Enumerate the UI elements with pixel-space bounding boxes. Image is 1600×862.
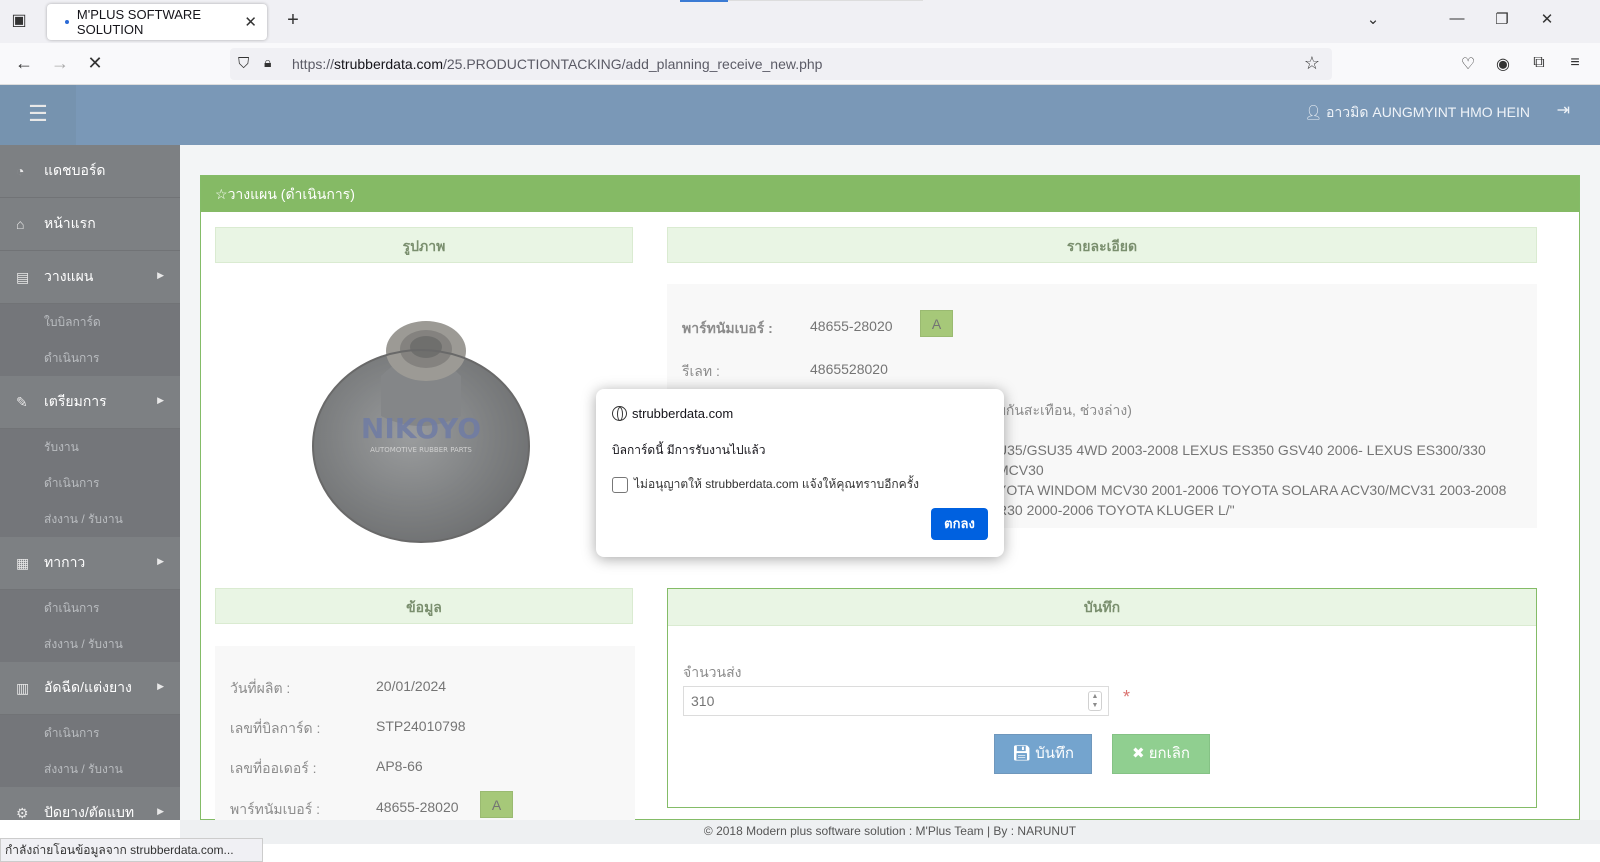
checkbox-label[interactable]: ไม่อนุญาตให้ strubberdata.com แจ้งให้คุณ… xyxy=(634,475,919,494)
shield-icon[interactable]: ⛉ xyxy=(238,55,249,72)
tab-close-icon[interactable]: ✕ xyxy=(244,13,257,31)
url-text[interactable]: https://strubberdata.com/25.PRODUCTIONTA… xyxy=(292,56,822,72)
tab-title: M'PLUS SOFTWARE SOLUTION xyxy=(76,7,201,37)
loading-dot-icon xyxy=(65,20,69,24)
menu-icon[interactable]: ≡ xyxy=(1564,54,1586,72)
tab-list-icon[interactable]: ▣ xyxy=(8,10,30,32)
globe-icon xyxy=(612,406,627,421)
suppress-dialog-checkbox[interactable]: ไม่อนุญาตให้ strubberdata.com แจ้งให้คุณ… xyxy=(612,475,919,494)
status-bar: กำลังถ่ายโอนข้อมูลจาก strubberdata.com..… xyxy=(0,838,263,862)
account-icon[interactable]: ◉ xyxy=(1492,54,1514,74)
navigation-toolbar: ← → ✕ ⛉ 🔒︎ https://strubberdata.com/25.P… xyxy=(0,43,1600,85)
minimize-icon[interactable]: — xyxy=(1442,10,1472,27)
window-close-icon[interactable]: ✕ xyxy=(1532,10,1562,28)
new-tab-icon[interactable]: + xyxy=(281,9,305,32)
ok-button[interactable]: ตกลง xyxy=(931,508,988,540)
tab-strip-line xyxy=(728,0,923,1)
dialog-message: บิลการ์ดนี้ มีการรับงานไปแล้ว xyxy=(612,443,766,457)
pocket-icon[interactable]: ♡ xyxy=(1457,54,1479,74)
footer: © 2018 Modern plus software solution : M… xyxy=(180,820,1600,844)
back-icon[interactable]: ← xyxy=(11,53,37,74)
lock-icon[interactable]: 🔒︎ xyxy=(264,54,271,71)
bookmark-star-icon[interactable]: ☆ xyxy=(1304,53,1320,74)
tab-overflow-chevron-icon[interactable]: ⌄ xyxy=(1358,10,1388,28)
browser-tab[interactable]: M'PLUS SOFTWARE SOLUTION ✕ xyxy=(47,4,267,40)
dialog-origin: strubberdata.com xyxy=(612,406,733,421)
restore-icon[interactable]: ❐ xyxy=(1487,10,1517,28)
alert-dialog: strubberdata.com บิลการ์ดนี้ มีการรับงาน… xyxy=(596,389,1004,557)
browser-tab-bar: ▣ M'PLUS SOFTWARE SOLUTION ✕ + ⌄ — ❐ ✕ xyxy=(0,0,1600,43)
extensions-icon[interactable]: ⧉ xyxy=(1528,54,1550,72)
checkbox-box[interactable] xyxy=(612,476,628,493)
tab-strip-indicator xyxy=(680,0,728,2)
forward-icon[interactable]: → xyxy=(47,53,73,74)
address-bar[interactable]: ⛉ 🔒︎ https://strubberdata.com/25.PRODUCT… xyxy=(230,48,1332,80)
stop-icon[interactable]: ✕ xyxy=(82,53,108,74)
